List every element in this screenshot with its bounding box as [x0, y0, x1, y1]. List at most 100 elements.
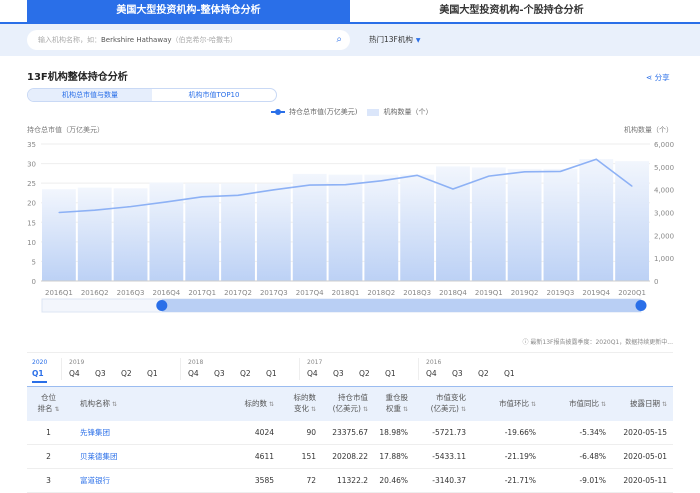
- table-cell: -5.34%: [542, 420, 612, 445]
- table-cell: 4024: [200, 420, 280, 445]
- header-label: 标的数: [244, 398, 267, 408]
- year-label: 2016: [426, 359, 442, 366]
- institution-link[interactable]: 先锋集团: [70, 420, 200, 445]
- column-header[interactable]: 市值同比 ⇅: [542, 387, 612, 421]
- line-point-2017Q2: [237, 194, 239, 196]
- table-cell: 2: [27, 444, 70, 469]
- quarter-tab-2017Q1[interactable]: Q1: [385, 369, 396, 378]
- table-cell: 151: [280, 444, 322, 469]
- x-tick-label: 2016Q4: [152, 289, 180, 297]
- table-cell: -21.19%: [472, 444, 542, 469]
- table-row: 2 贝莱德集团 4611 151 20208.22 17.88% -5433.11 -21.1…: [27, 444, 673, 469]
- chart: 0 5 10 15 20 25 30 35 0 1,000 2,000 3,000 4,000 5,000…: [27, 141, 674, 313]
- table-row: 1 先锋集团 4024 90 23375.67 18.98% -5721.73 -19.66%…: [27, 420, 673, 445]
- table-cell: 2020-05-15: [612, 420, 673, 445]
- left-tick-label: 35: [27, 141, 36, 149]
- column-header[interactable]: 仓位 排名 ⇅: [27, 387, 70, 421]
- quarter-tab-2017Q3[interactable]: Q3: [333, 369, 344, 378]
- sort-icon[interactable]: ⇅: [311, 406, 316, 413]
- right-tick-label: 1,000: [654, 255, 674, 263]
- sort-icon[interactable]: ⇅: [403, 406, 408, 413]
- table-cell: 3: [27, 468, 70, 493]
- table-row: 3 富道银行 3585 72 11322.2 20.46% -3140.37 -21.71% -…: [27, 468, 673, 493]
- right-tick-label: 2,000: [654, 232, 674, 240]
- quarter-separator: [299, 358, 300, 380]
- table-cell: -9.01%: [542, 468, 612, 493]
- bar-2018Q3: [400, 174, 435, 281]
- line-point-2017Q3: [273, 189, 275, 191]
- sort-icon[interactable]: ⇅: [601, 401, 606, 408]
- table-cell: 72: [280, 468, 322, 493]
- quarter-tab-2016Q2[interactable]: Q2: [478, 369, 489, 378]
- header-label: 机构名称: [80, 398, 110, 408]
- column-header[interactable]: 标的数 ⇅: [200, 387, 280, 421]
- sort-icon[interactable]: ⇅: [461, 406, 466, 413]
- right-tick-label: 4,000: [654, 187, 674, 195]
- zoom-slider-selection: [161, 299, 642, 312]
- quarter-tab-2016Q3[interactable]: Q3: [452, 369, 463, 378]
- x-tick-label: 2017Q1: [188, 289, 216, 297]
- quarter-tab-2018Q4[interactable]: Q4: [188, 369, 199, 378]
- quarter-tab-2016Q4[interactable]: Q4: [426, 369, 437, 378]
- x-tick-label: 2018Q1: [332, 289, 360, 297]
- bar-2016Q1: [42, 189, 76, 281]
- left-tick-label: 30: [27, 161, 36, 169]
- quarter-tab-2019Q4[interactable]: Q4: [69, 369, 80, 378]
- x-tick-label: 2019Q1: [475, 289, 503, 297]
- right-tick-label: 5,000: [654, 164, 674, 172]
- x-tick-label: 2016Q2: [81, 289, 109, 297]
- quarter-tab-2017Q2[interactable]: Q2: [359, 369, 370, 378]
- quarter-tab-2019Q1[interactable]: Q1: [147, 369, 158, 378]
- right-tick-label: 0: [654, 278, 658, 286]
- left-tick-label: 5: [32, 258, 36, 266]
- institution-link[interactable]: 富道银行: [70, 468, 200, 493]
- bar-2019Q1: [471, 167, 506, 281]
- institution-link[interactable]: 贝莱德集团: [70, 444, 200, 469]
- header-label: 标的数: [293, 393, 317, 403]
- line-point-2019Q2: [524, 171, 526, 173]
- table-cell: 3585: [200, 468, 280, 493]
- sort-icon[interactable]: ⇅: [54, 406, 59, 413]
- zoom-handle-end: [635, 300, 647, 311]
- table-cell: 20.46%: [374, 468, 414, 493]
- quarter-separator: [61, 358, 62, 380]
- column-header[interactable]: 重仓股 权重 ⇅: [374, 387, 414, 421]
- column-header[interactable]: 市值变化 (亿美元) ⇅: [414, 387, 472, 421]
- left-tick-label: 20: [27, 200, 36, 208]
- sort-icon[interactable]: ⇅: [531, 401, 536, 408]
- line-point-2018Q4: [452, 188, 454, 190]
- column-header[interactable]: 披露日期 ⇅: [612, 387, 673, 421]
- quarter-tabs: 2020 Q1 2019 Q4 Q3 Q2 Q1 2018 Q4 Q3 Q2 Q1 2017 Q4 Q3 Q2…: [27, 352, 673, 384]
- sort-icon[interactable]: ⇅: [363, 406, 368, 413]
- column-header[interactable]: 标的数 变化 ⇅: [280, 387, 322, 421]
- quarter-tab-2018Q3[interactable]: Q3: [214, 369, 225, 378]
- header-label: 权重: [385, 404, 401, 414]
- x-tick-label: 2017Q4: [296, 289, 324, 297]
- quarter-tab-2017Q4[interactable]: Q4: [307, 369, 318, 378]
- table-cell: 90: [280, 420, 322, 445]
- quarter-tab-2019Q2[interactable]: Q2: [121, 369, 132, 378]
- column-header[interactable]: 市值环比 ⇅: [472, 387, 542, 421]
- header-label: 变化: [293, 404, 309, 414]
- sort-icon[interactable]: ⇅: [112, 401, 117, 408]
- sort-icon[interactable]: ⇅: [662, 401, 667, 408]
- quarter-tab-2018Q1[interactable]: Q1: [266, 369, 277, 378]
- quarter-tab-2016Q1[interactable]: Q1: [504, 369, 515, 378]
- table-cell: -19.66%: [472, 420, 542, 445]
- x-tick-label: 2017Q3: [260, 289, 288, 297]
- column-header[interactable]: 机构名称 ⇅: [70, 387, 200, 421]
- quarter-tab-2019Q3[interactable]: Q3: [95, 369, 106, 378]
- line-point-2019Q4: [595, 158, 597, 160]
- quarter-tab-2018Q2[interactable]: Q2: [240, 369, 251, 378]
- table-cell: 18.98%: [374, 420, 414, 445]
- quarter-tab-2020Q1[interactable]: Q1: [32, 369, 44, 378]
- line-point-2018Q3: [416, 174, 418, 176]
- bar-2018Q1: [328, 174, 363, 281]
- column-header[interactable]: 持仓市值 (亿美元) ⇅: [322, 387, 374, 421]
- line-point-2018Q1: [345, 184, 346, 186]
- line-point-2017Q1: [201, 196, 203, 198]
- x-tick-label: 2016Q3: [117, 289, 145, 297]
- header-label: (亿美元): [430, 404, 459, 414]
- sort-icon[interactable]: ⇅: [269, 401, 274, 408]
- bar-2020Q1: [615, 161, 649, 281]
